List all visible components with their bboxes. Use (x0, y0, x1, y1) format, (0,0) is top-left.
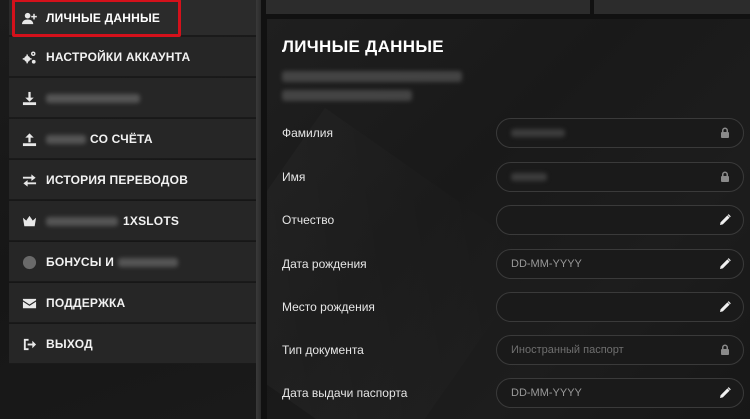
form-row-passport-issue-date: Дата выдачи паспорта (282, 378, 750, 408)
transfer-arrows-icon (21, 172, 37, 188)
name-field[interactable] (496, 162, 744, 192)
form-row-birth-place: Место рождения (282, 292, 750, 322)
sidebar-item-label: БОНУСЫ И (46, 255, 179, 269)
sidebar-item-label-visible: СО СЧЁТА (90, 132, 153, 146)
lock-icon (718, 126, 732, 140)
patronymic-field[interactable] (496, 205, 744, 235)
sidebar-item-label: ПОДДЕРЖКА (46, 296, 126, 310)
passport-issue-date-input[interactable] (497, 379, 718, 407)
sidebar-item-bonuses[interactable]: БОНУСЫ И (9, 242, 256, 282)
document-type-label: Тип документа (282, 343, 364, 357)
main-content: ЛИЧНЫЕ ДАННЫЕ Фамилия Имя Отчество Дата … (261, 0, 750, 419)
blurred-text (118, 258, 179, 268)
document-type-field[interactable] (496, 335, 744, 365)
pencil-icon[interactable] (718, 257, 732, 271)
blurred-value (511, 129, 565, 137)
passport-issue-date-label: Дата выдачи паспорта (282, 386, 408, 400)
sidebar-item-cashback[interactable]: 1XSLOTS (9, 201, 256, 241)
lock-icon (718, 343, 732, 357)
pencil-icon[interactable] (718, 213, 732, 227)
sidebar-item-support[interactable]: ПОДДЕРЖКА (9, 283, 256, 323)
top-tabs-bar (266, 0, 750, 14)
user-plus-icon (21, 10, 37, 26)
sidebar-item-transfer-history[interactable]: ИСТОРИЯ ПЕРЕВОДОВ (9, 160, 256, 200)
sidebar-menu: ЛИЧНЫЕ ДАННЫЕ НАСТРОЙКИ АККАУНТА СО СЧЁТ… (9, 0, 256, 365)
pencil-icon[interactable] (718, 386, 732, 400)
sidebar-item-label: СО СЧЁТА (46, 132, 153, 146)
top-tab[interactable] (266, 0, 590, 14)
sidebar-item-account-settings[interactable]: НАСТРОЙКИ АККАУНТА (9, 37, 256, 77)
birth-place-field[interactable] (496, 292, 744, 322)
sidebar-item-label: 1XSLOTS (46, 214, 179, 228)
passport-issue-date-field[interactable] (496, 378, 744, 408)
lock-icon (718, 170, 732, 184)
download-icon (21, 90, 37, 106)
form-row-document-type: Тип документа (282, 335, 750, 365)
gears-icon (21, 49, 37, 65)
birth-date-label: Дата рождения (282, 257, 367, 271)
upload-icon (21, 131, 37, 147)
blurred-text (282, 90, 412, 101)
blurred-value (511, 173, 547, 181)
sign-out-icon (21, 336, 37, 352)
sidebar-item-label: ЛИЧНЫЕ ДАННЫЕ (46, 11, 161, 25)
form-row-name: Имя (282, 162, 750, 192)
surname-field[interactable] (496, 118, 744, 148)
blurred-text (282, 71, 462, 82)
sidebar-item-deposit[interactable] (9, 78, 256, 118)
document-type-input[interactable] (497, 336, 718, 364)
birth-date-field[interactable] (496, 249, 744, 279)
birth-place-label: Место рождения (282, 300, 375, 314)
page-title: ЛИЧНЫЕ ДАННЫЕ (282, 37, 444, 56)
form-row-birth-date: Дата рождения (282, 249, 750, 279)
gift-icon (21, 254, 37, 270)
sidebar-item-label: ИСТОРИЯ ПЕРЕВОДОВ (46, 173, 189, 187)
pencil-icon[interactable] (718, 300, 732, 314)
birth-place-input[interactable] (497, 293, 718, 321)
sidebar-item-label (46, 91, 140, 105)
blurred-text (46, 217, 118, 227)
patronymic-label: Отчество (282, 213, 335, 227)
sidebar-item-label: НАСТРОЙКИ АККАУНТА (46, 50, 191, 64)
personal-data-panel: ЛИЧНЫЕ ДАННЫЕ Фамилия Имя Отчество Дата … (267, 19, 750, 419)
blurred-text (46, 94, 140, 104)
envelope-icon (21, 295, 37, 311)
form-row-surname: Фамилия (282, 118, 750, 148)
sidebar-item-label-visible: БОНУСЫ И (46, 255, 115, 269)
blurred-text (46, 135, 86, 145)
sidebar-item-personal-data[interactable]: ЛИЧНЫЕ ДАННЫЕ (9, 0, 256, 37)
form-row-patronymic: Отчество (282, 205, 750, 235)
crown-icon (21, 213, 37, 229)
sidebar-item-logout[interactable]: ВЫХОД (9, 324, 256, 364)
surname-label: Фамилия (282, 126, 333, 140)
birth-date-input[interactable] (497, 250, 718, 278)
sidebar: ЛИЧНЫЕ ДАННЫЕ НАСТРОЙКИ АККАУНТА СО СЧЁТ… (0, 0, 256, 419)
panel-description (282, 71, 462, 109)
sidebar-item-label-visible: 1XSLOTS (123, 214, 180, 228)
top-tab[interactable] (594, 0, 750, 14)
name-label: Имя (282, 170, 306, 184)
sidebar-item-label: ВЫХОД (46, 337, 93, 351)
patronymic-input[interactable] (497, 206, 718, 234)
sidebar-item-withdraw[interactable]: СО СЧЁТА (9, 119, 256, 159)
